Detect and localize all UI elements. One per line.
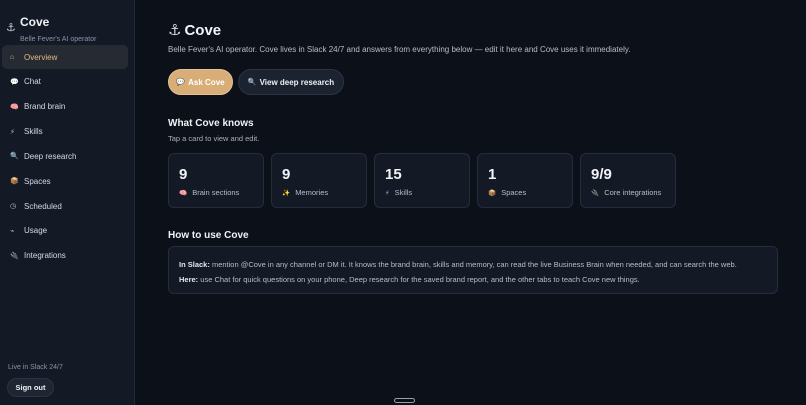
sidebar-item-chat[interactable]: 💬 Chat <box>2 70 128 94</box>
clock-icon: ◷ <box>10 203 17 211</box>
sidebar-item-label: Brand brain <box>24 102 66 112</box>
howto-here-label: Here: <box>179 275 199 284</box>
sidebar-item-label: Scheduled <box>24 201 62 211</box>
sidebar-item-skills[interactable]: ⚡ Skills <box>2 120 128 144</box>
how-to-use-heading: How to use Cove <box>168 230 249 241</box>
anchor-icon: ⚓ <box>6 22 16 34</box>
lightning-icon: ⚡ <box>10 128 15 136</box>
card-value: 15 <box>385 166 402 183</box>
knowledge-cards: 9 🧠 Brain sections 9 ✨ Memories 15 ⚡ Ski… <box>168 153 683 208</box>
card-spaces[interactable]: 1 📦 Spaces <box>477 153 573 208</box>
sidebar-item-spaces[interactable]: 📦 Spaces <box>2 169 128 193</box>
ask-cove-label: Ask Cove <box>188 77 225 87</box>
sidebar-item-overview[interactable]: ⌂ Overview <box>2 45 128 69</box>
speech-bubble-icon: 💬 <box>10 78 19 86</box>
what-cove-knows-heading: What Cove knows <box>168 118 254 129</box>
card-value: 9/9 <box>591 166 612 183</box>
sparkles-icon: ✨ <box>282 190 291 197</box>
brand: ⚓ Cove Belle Fever's AI operator <box>6 9 97 44</box>
lightning-icon: ⚡ <box>385 190 390 197</box>
card-memories[interactable]: 9 ✨ Memories <box>271 153 367 208</box>
how-to-use-panel: In Slack: mention @Cove in any channel o… <box>168 246 778 294</box>
card-core-integrations[interactable]: 9/9 🔌 Core integrations <box>580 153 676 208</box>
card-value: 9 <box>282 166 291 183</box>
card-skills[interactable]: 15 ⚡ Skills <box>374 153 470 208</box>
speech-bubble-icon: 💬 <box>176 79 186 86</box>
page-title: Cove <box>184 21 222 39</box>
package-icon: 📦 <box>10 178 19 186</box>
howto-slack-line: In Slack: mention @Cove in any channel o… <box>179 260 767 275</box>
sidebar-item-label: Integrations <box>24 251 66 261</box>
card-label: Memories <box>295 188 329 197</box>
scroll-indicator[interactable] <box>394 398 415 403</box>
howto-here-text: use Chat for quick questions on your pho… <box>198 275 640 284</box>
view-deep-research-label: View deep research <box>259 77 335 87</box>
brain-icon: 🧠 <box>179 190 188 197</box>
howto-here-line: Here: use Chat for quick questions on yo… <box>179 275 767 290</box>
brain-icon: 🧠 <box>10 103 19 111</box>
sidebar-item-label: Overview <box>24 52 58 62</box>
sidebar-item-label: Usage <box>24 226 48 236</box>
card-label: Skills <box>394 188 413 197</box>
sidebar-item-label: Spaces <box>24 176 51 186</box>
card-value: 1 <box>488 166 497 183</box>
anchor-icon: ⚓ <box>168 22 182 39</box>
status-text: Live in Slack 24/7 <box>8 364 63 371</box>
what-cove-knows-subtitle: Tap a card to view and edit. <box>168 134 260 143</box>
view-deep-research-button[interactable]: 🔍 View deep research <box>238 69 344 95</box>
magnifier-icon: 🔍 <box>10 153 19 161</box>
card-label: Brain sections <box>192 188 240 197</box>
card-label: Core integrations <box>604 188 662 197</box>
howto-slack-label: In Slack: <box>179 260 210 269</box>
card-brain-sections[interactable]: 9 🧠 Brain sections <box>168 153 264 208</box>
sidebar-nav: ⌂ Overview 💬 Chat 🧠 Brand brain ⚡ Skills… <box>2 45 128 269</box>
sidebar-item-label: Chat <box>24 77 41 87</box>
ask-cove-button[interactable]: 💬 Ask Cove <box>168 69 233 95</box>
sidebar-item-usage[interactable]: ⌁ Usage <box>2 219 128 243</box>
sidebar-item-integrations[interactable]: 🔌 Integrations <box>2 244 128 268</box>
plug-icon: 🔌 <box>591 190 600 197</box>
plug-icon: 🔌 <box>10 252 19 260</box>
howto-slack-text: mention @Cove in any channel or DM it. I… <box>209 260 737 269</box>
sidebar: ⚓ Cove Belle Fever's AI operator ⌂ Overv… <box>0 0 135 405</box>
magnifier-icon: 🔍 <box>247 79 257 86</box>
home-icon: ⌂ <box>10 53 15 61</box>
sidebar-item-label: Deep research <box>24 151 77 161</box>
page-subtitle: Belle Fever's AI operator. Cove lives in… <box>168 45 631 54</box>
sidebar-item-deep-research[interactable]: 🔍 Deep research <box>2 144 128 168</box>
card-value: 9 <box>179 166 188 183</box>
sign-out-button[interactable]: Sign out <box>7 378 54 397</box>
package-icon: 📦 <box>488 190 497 197</box>
brand-subtitle: Belle Fever's AI operator <box>20 36 97 43</box>
chart-icon: ⌁ <box>10 227 15 235</box>
sidebar-item-label: Skills <box>24 127 43 137</box>
card-label: Spaces <box>501 188 527 197</box>
page-header: ⚓ Cove <box>168 21 222 40</box>
brand-title: Cove <box>20 14 50 29</box>
sidebar-item-brand-brain[interactable]: 🧠 Brand brain <box>2 95 128 119</box>
sidebar-item-scheduled[interactable]: ◷ Scheduled <box>2 194 128 218</box>
